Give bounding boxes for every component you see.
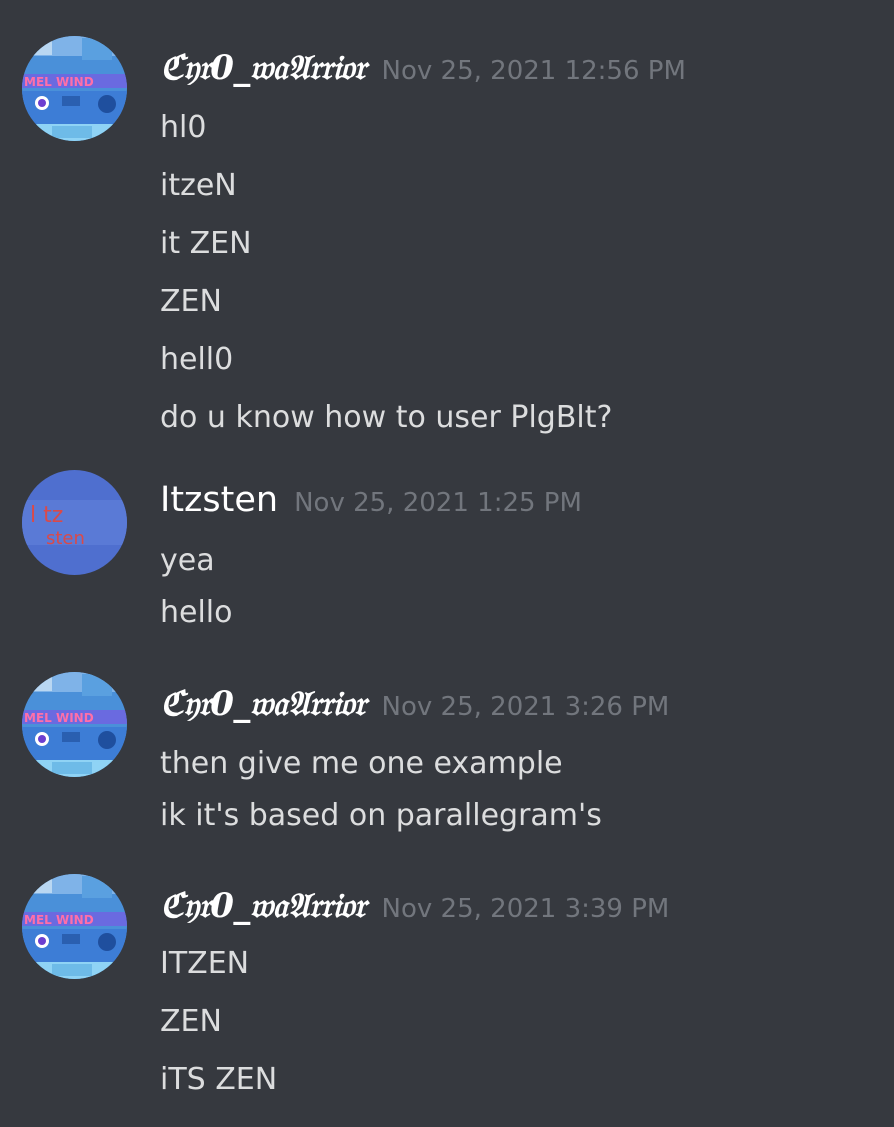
message-text: iTS ZEN <box>160 1062 278 1097</box>
message-timestamp: Nov 25, 2021 1:25 PM <box>294 488 582 518</box>
svg-text:sten: sten <box>46 528 85 549</box>
message-text: hello <box>160 595 233 630</box>
avatar[interactable]: l tz sten <box>22 470 127 575</box>
message-timestamp: Nov 25, 2021 12:56 PM <box>381 56 686 86</box>
windows-collage-avatar-icon: MEL WIND <box>22 672 127 777</box>
username[interactable]: ℭ𝔶𝔯0_𝔴𝔞𝔄𝔯𝔯𝔦𝔬𝔯 <box>160 48 366 88</box>
message-text: hl0 <box>160 110 207 145</box>
message-text: do u know how to user PlgBlt? <box>160 400 613 435</box>
username[interactable]: Itzsten <box>160 480 278 520</box>
message-text: ZEN <box>160 284 222 319</box>
message-text: it ZEN <box>160 226 252 261</box>
avatar[interactable]: MEL WIND <box>22 36 127 141</box>
svg-text:MEL WIND: MEL WIND <box>24 913 94 927</box>
svg-text:MEL WIND: MEL WIND <box>24 75 94 89</box>
message-text: ZEN <box>160 1004 222 1039</box>
message-text: itzeN <box>160 168 237 203</box>
message-text: hell0 <box>160 342 234 377</box>
message-timestamp: Nov 25, 2021 3:39 PM <box>381 894 670 924</box>
username[interactable]: ℭ𝔶𝔯0_𝔴𝔞𝔄𝔯𝔯𝔦𝔬𝔯 <box>160 886 366 926</box>
message-text: yea <box>160 543 215 578</box>
itzsten-blue-avatar-icon: l tz sten <box>22 470 127 575</box>
message-text: ik it's based on parallegram's <box>160 798 602 833</box>
windows-collage-avatar-icon: MEL WIND <box>22 874 127 979</box>
avatar[interactable]: MEL WIND <box>22 874 127 979</box>
avatar[interactable]: MEL WIND <box>22 672 127 777</box>
svg-text:MEL WIND: MEL WIND <box>24 711 94 725</box>
message-timestamp: Nov 25, 2021 3:26 PM <box>381 692 670 722</box>
message-text: then give me one example <box>160 746 563 781</box>
username[interactable]: ℭ𝔶𝔯0_𝔴𝔞𝔄𝔯𝔯𝔦𝔬𝔯 <box>160 684 366 724</box>
windows-collage-avatar-icon: MEL WIND <box>22 36 127 141</box>
message-text: ITZEN <box>160 946 250 981</box>
svg-text:l tz: l tz <box>30 503 63 528</box>
